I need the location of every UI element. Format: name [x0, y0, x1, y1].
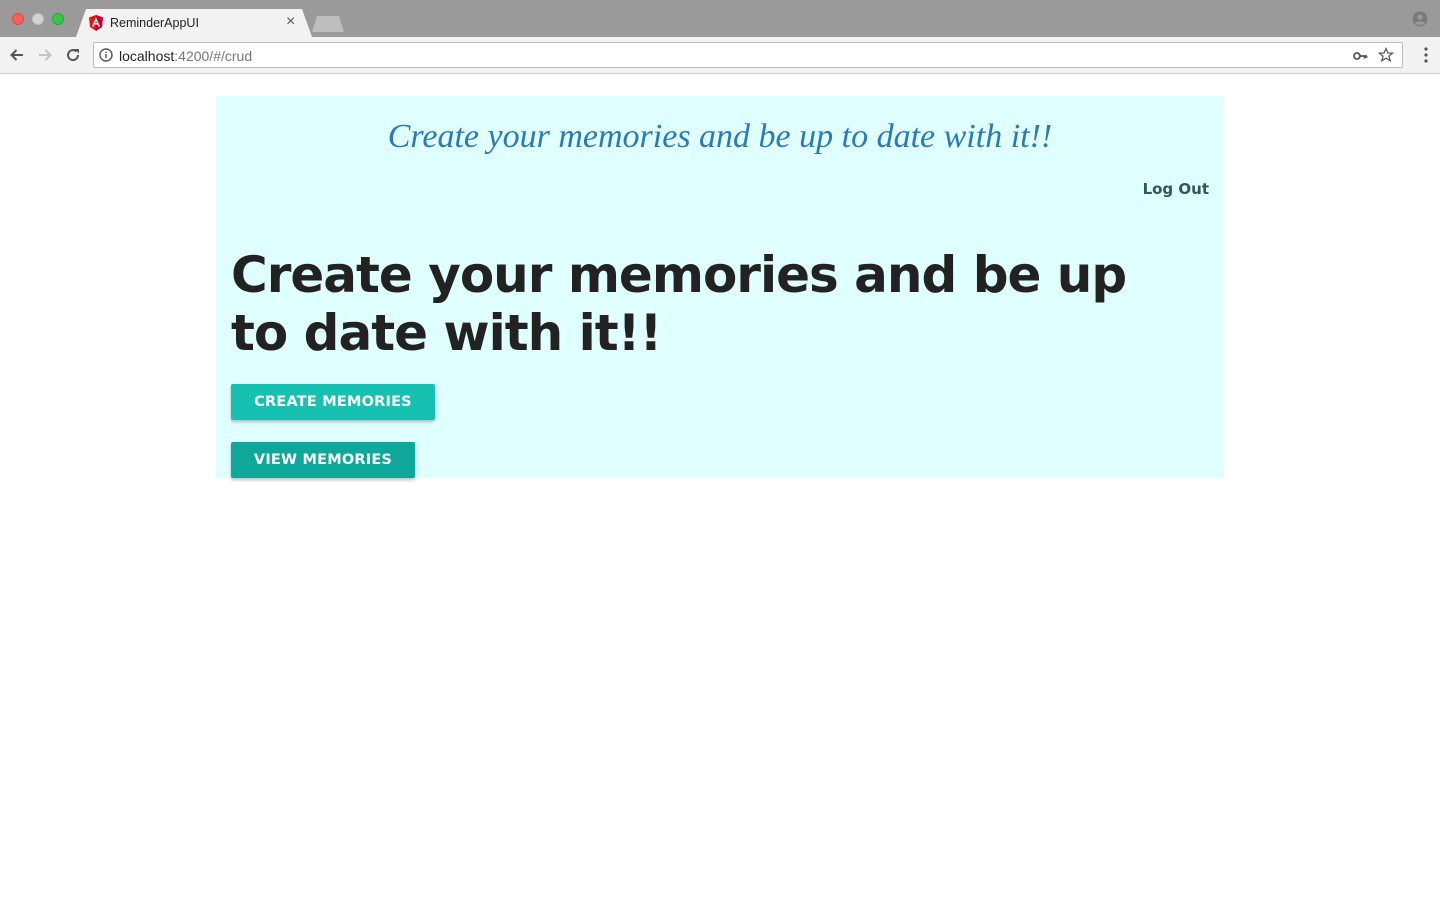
- tab-title: ReminderAppUI: [110, 16, 199, 30]
- angular-logo-icon: [89, 15, 103, 31]
- new-tab-button[interactable]: [312, 16, 344, 32]
- reload-icon[interactable]: [64, 46, 82, 64]
- bookmark-star-icon[interactable]: [1378, 47, 1394, 63]
- address-bar[interactable]: localhost:4200/#/crud: [93, 42, 1403, 68]
- back-arrow-icon[interactable]: [8, 46, 26, 64]
- browser-toolbar: localhost:4200/#/crud: [0, 37, 1440, 74]
- url-host: localhost: [119, 48, 175, 64]
- browser-tab-active[interactable]: ReminderAppUI ×: [76, 9, 312, 37]
- url-path: :4200/#/crud: [174, 48, 253, 64]
- main-panel: Create your memories and be up to date w…: [216, 96, 1224, 478]
- window-maximize-button[interactable]: [52, 13, 64, 25]
- window-close-button[interactable]: [12, 13, 24, 25]
- page-headline: Create your memories and be up to date w…: [231, 246, 1127, 362]
- window-minimize-button[interactable]: [32, 13, 44, 25]
- create-memories-button[interactable]: CREATE MEMORIES: [231, 384, 435, 420]
- forward-arrow-icon[interactable]: [36, 46, 54, 64]
- view-memories-button[interactable]: VIEW MEMORIES: [231, 442, 415, 478]
- info-icon[interactable]: [99, 48, 113, 62]
- page-tagline: Create your memories and be up to date w…: [387, 118, 1053, 155]
- browser-menu-icon[interactable]: [1424, 47, 1428, 63]
- url-text[interactable]: localhost:4200/#/crud: [119, 48, 252, 64]
- profile-icon[interactable]: [1412, 11, 1428, 27]
- browser-titlebar: ReminderAppUI ×: [0, 0, 1440, 37]
- logout-link[interactable]: Log Out: [1143, 180, 1209, 198]
- tab-close-icon[interactable]: ×: [286, 13, 295, 31]
- key-icon[interactable]: [1352, 48, 1368, 64]
